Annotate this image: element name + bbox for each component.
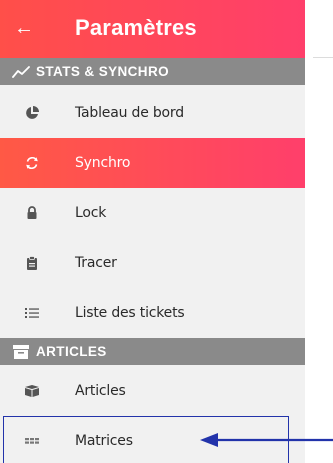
drawer-header: ← Paramètres [0,0,305,58]
list-icon [25,308,39,318]
content-area [305,0,333,463]
section-stats-synchro: STATS & SYNCHRO [0,58,305,85]
menu-item-label: Matrices [75,433,133,449]
annotation-arrow-icon [200,433,333,447]
menu-item-synchro[interactable]: Synchro [0,138,305,188]
menu-item-tracer[interactable]: Tracer [0,238,305,288]
menu-item-tableau-de-bord[interactable]: Tableau de bord [0,88,305,138]
page-title: Paramètres [75,15,197,40]
lock-icon [27,206,37,219]
box-icon [25,385,39,397]
menu-item-lock[interactable]: Lock [0,188,305,238]
navigation-drawer: ← Paramètres STATS & SYNCHRO Tableau de … [0,0,305,463]
menu-item-label: Tableau de bord [75,105,184,121]
sync-icon [26,156,38,170]
section-label: STATS & SYNCHRO [36,64,170,79]
section-articles: ARTICLES [0,338,305,365]
menu-item-label: Tracer [75,255,117,271]
grid-icon [25,438,39,444]
menu-item-liste-des-tickets[interactable]: Liste des tickets [0,288,305,338]
back-arrow-icon[interactable]: ← [14,18,34,38]
menu-item-label: Synchro [75,155,131,171]
divider [313,57,333,58]
menu-item-label: Liste des tickets [75,305,185,321]
clipboard-icon [27,256,37,270]
menu-item-label: Articles [75,383,126,399]
menu-item-label: Lock [75,205,107,221]
archive-box-icon [13,345,29,359]
pie-chart-icon [26,106,39,119]
menu-item-articles[interactable]: Articles [0,366,305,416]
section-label: ARTICLES [36,344,107,359]
trend-line-icon [12,66,30,78]
